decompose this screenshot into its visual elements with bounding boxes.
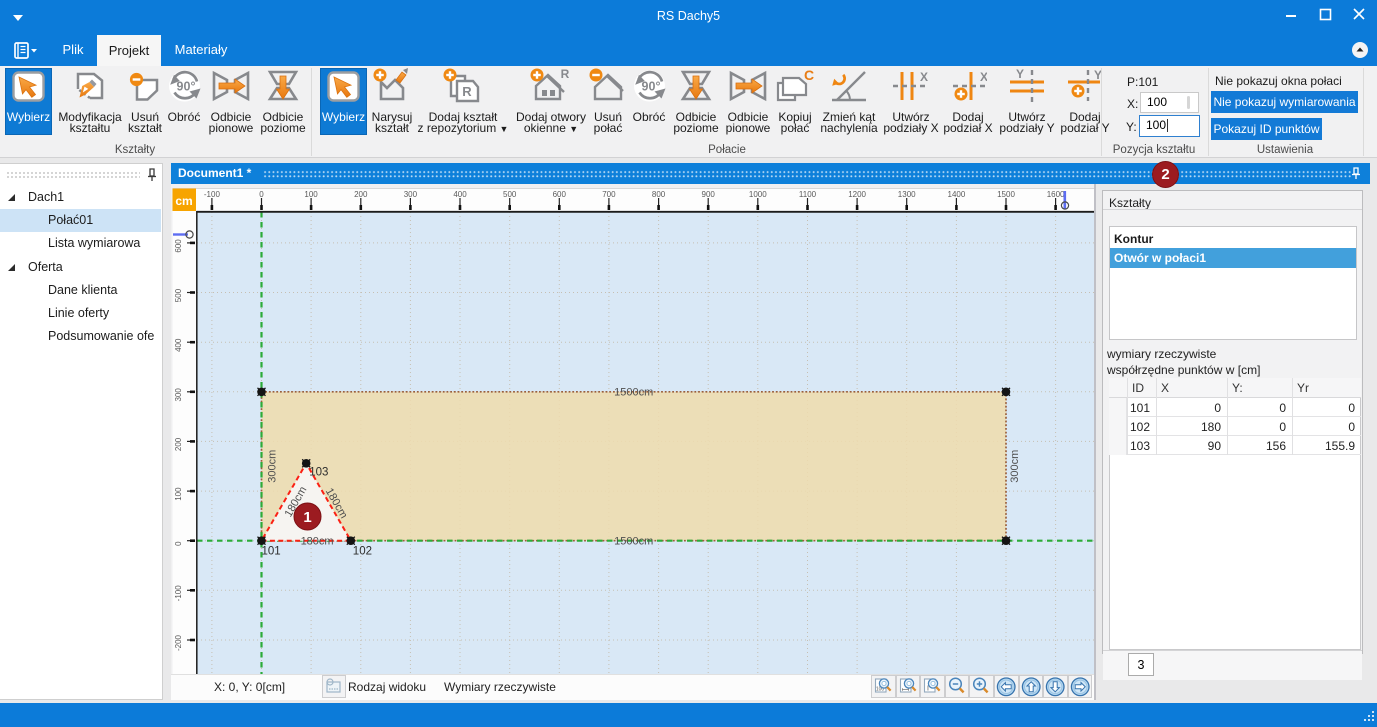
- svg-text:700: 700: [602, 190, 616, 199]
- svg-text:300: 300: [404, 190, 418, 199]
- svg-text:X: X: [980, 70, 987, 84]
- svg-text:1400: 1400: [948, 190, 966, 199]
- svg-text:800: 800: [652, 190, 666, 199]
- svg-text:100: 100: [304, 190, 318, 199]
- svg-text:-100: -100: [204, 190, 221, 199]
- svg-text:1100: 1100: [799, 190, 817, 199]
- svg-text:180cm: 180cm: [301, 536, 334, 548]
- svg-text:101: 101: [262, 546, 281, 558]
- svg-text:300cm: 300cm: [266, 450, 278, 483]
- svg-text:1000: 1000: [749, 190, 767, 199]
- svg-text:C: C: [804, 70, 814, 83]
- svg-text:X: X: [920, 70, 928, 84]
- svg-text:90°: 90°: [641, 80, 660, 94]
- svg-text:600: 600: [553, 190, 567, 199]
- svg-text:1500cm: 1500cm: [614, 387, 653, 399]
- svg-text:300cm: 300cm: [1009, 450, 1021, 483]
- svg-text:1200: 1200: [848, 190, 866, 199]
- svg-text:-100: -100: [174, 585, 183, 602]
- svg-text:R: R: [561, 68, 570, 81]
- svg-text:200: 200: [174, 437, 183, 451]
- svg-text:1500cm: 1500cm: [614, 536, 653, 548]
- svg-text:I: I: [927, 686, 929, 693]
- svg-text:1600: 1600: [1047, 190, 1065, 199]
- svg-text:400: 400: [174, 338, 183, 352]
- svg-text:102: 102: [353, 546, 372, 558]
- svg-text:-200: -200: [174, 634, 183, 651]
- svg-text:500: 500: [503, 190, 517, 199]
- svg-text:100: 100: [174, 487, 183, 501]
- svg-text:Y: Y: [1016, 69, 1024, 81]
- svg-text:500: 500: [174, 288, 183, 302]
- svg-text:600: 600: [174, 239, 183, 253]
- svg-text:R: R: [462, 84, 472, 99]
- svg-text:0: 0: [259, 190, 264, 199]
- svg-text:200: 200: [354, 190, 368, 199]
- svg-text:1300: 1300: [898, 190, 916, 199]
- svg-text:0: 0: [174, 541, 183, 546]
- svg-text:300: 300: [174, 388, 183, 402]
- svg-text:1: 1: [303, 509, 311, 526]
- svg-text:103: 103: [309, 466, 328, 478]
- svg-text:1500: 1500: [997, 190, 1015, 199]
- svg-text:90°: 90°: [176, 80, 195, 94]
- svg-text:400: 400: [453, 190, 467, 199]
- svg-text:900: 900: [702, 190, 716, 199]
- svg-text:cm: cm: [175, 194, 192, 208]
